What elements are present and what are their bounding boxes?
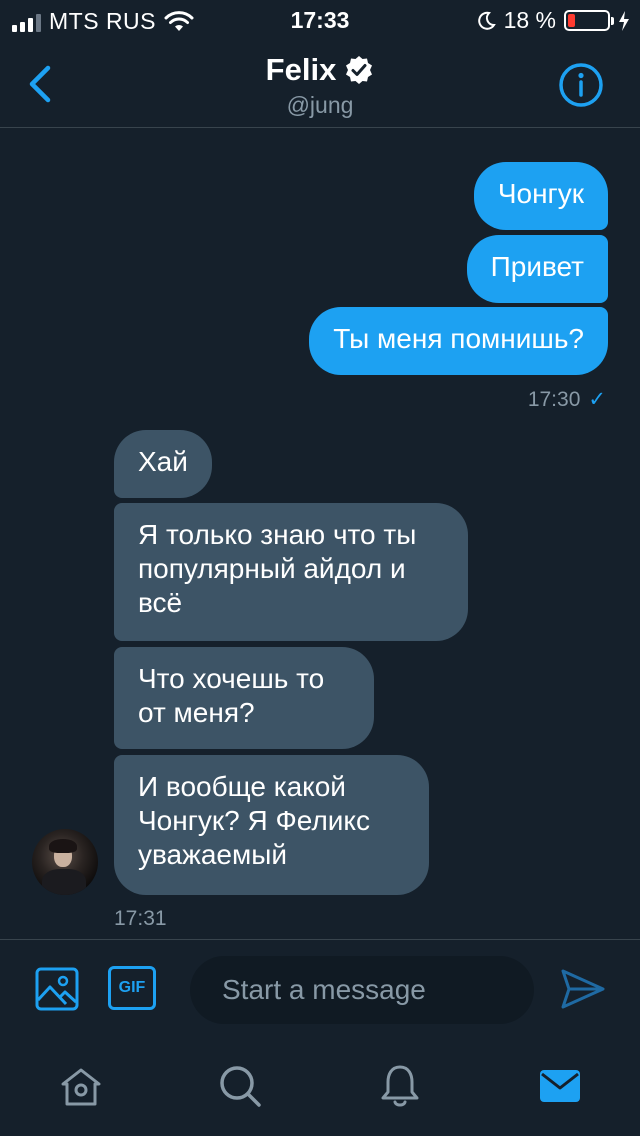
- verified-badge-icon: [346, 56, 373, 84]
- bottom-tab-bar: [0, 1040, 640, 1136]
- incoming-message[interactable]: И вообще какой Чонгук? Я Феликс уважаемы…: [114, 755, 429, 895]
- mail-icon[interactable]: [536, 1062, 584, 1110]
- info-icon[interactable]: [558, 62, 604, 108]
- message-input[interactable]: [190, 956, 534, 1024]
- incoming-message[interactable]: Хай: [114, 430, 212, 498]
- outgoing-message[interactable]: Привет: [466, 235, 608, 303]
- outgoing-message[interactable]: Ты меня помнишь?: [309, 307, 608, 375]
- message-timestamp: 17:31: [114, 907, 167, 930]
- sent-check-icon: ✓: [588, 388, 606, 411]
- battery-level-fill: [568, 14, 575, 27]
- gif-label: GIF: [118, 979, 146, 996]
- outgoing-message-meta: 17:30 ✓: [528, 387, 606, 412]
- status-bar-right: 18 %: [476, 7, 630, 34]
- conversation-title: Felix: [266, 52, 375, 88]
- status-bar: MTS RUS 17:33 18 %: [0, 0, 640, 40]
- send-icon[interactable]: [560, 968, 606, 1010]
- avatar[interactable]: [32, 829, 98, 895]
- conversation-header: Felix @jung: [0, 40, 640, 128]
- bell-icon[interactable]: [376, 1062, 424, 1110]
- contact-name: Felix: [265, 52, 337, 87]
- search-icon[interactable]: [216, 1062, 264, 1110]
- contact-handle: @jung: [286, 92, 354, 118]
- incoming-message[interactable]: Я только знаю что ты популярный айдол и …: [114, 503, 468, 641]
- image-icon[interactable]: [34, 966, 80, 1012]
- moon-icon: [477, 11, 496, 30]
- home-icon[interactable]: [57, 1062, 105, 1110]
- message-list[interactable]: Чонгук Привет Ты меня помнишь? 17:30 ✓ Ха…: [0, 129, 640, 939]
- gif-button[interactable]: GIF: [108, 966, 156, 1010]
- charging-bolt-icon: [619, 10, 629, 31]
- incoming-message[interactable]: Что хочешь то от меня?: [114, 647, 374, 749]
- message-composer: GIF: [0, 939, 640, 1039]
- message-timestamp: 17:30: [527, 388, 581, 411]
- battery-icon: [564, 10, 614, 31]
- outgoing-message[interactable]: Чонгук: [473, 162, 608, 230]
- conversation-title-block[interactable]: Felix @jung: [0, 52, 640, 119]
- battery-percent: 18 %: [503, 7, 556, 33]
